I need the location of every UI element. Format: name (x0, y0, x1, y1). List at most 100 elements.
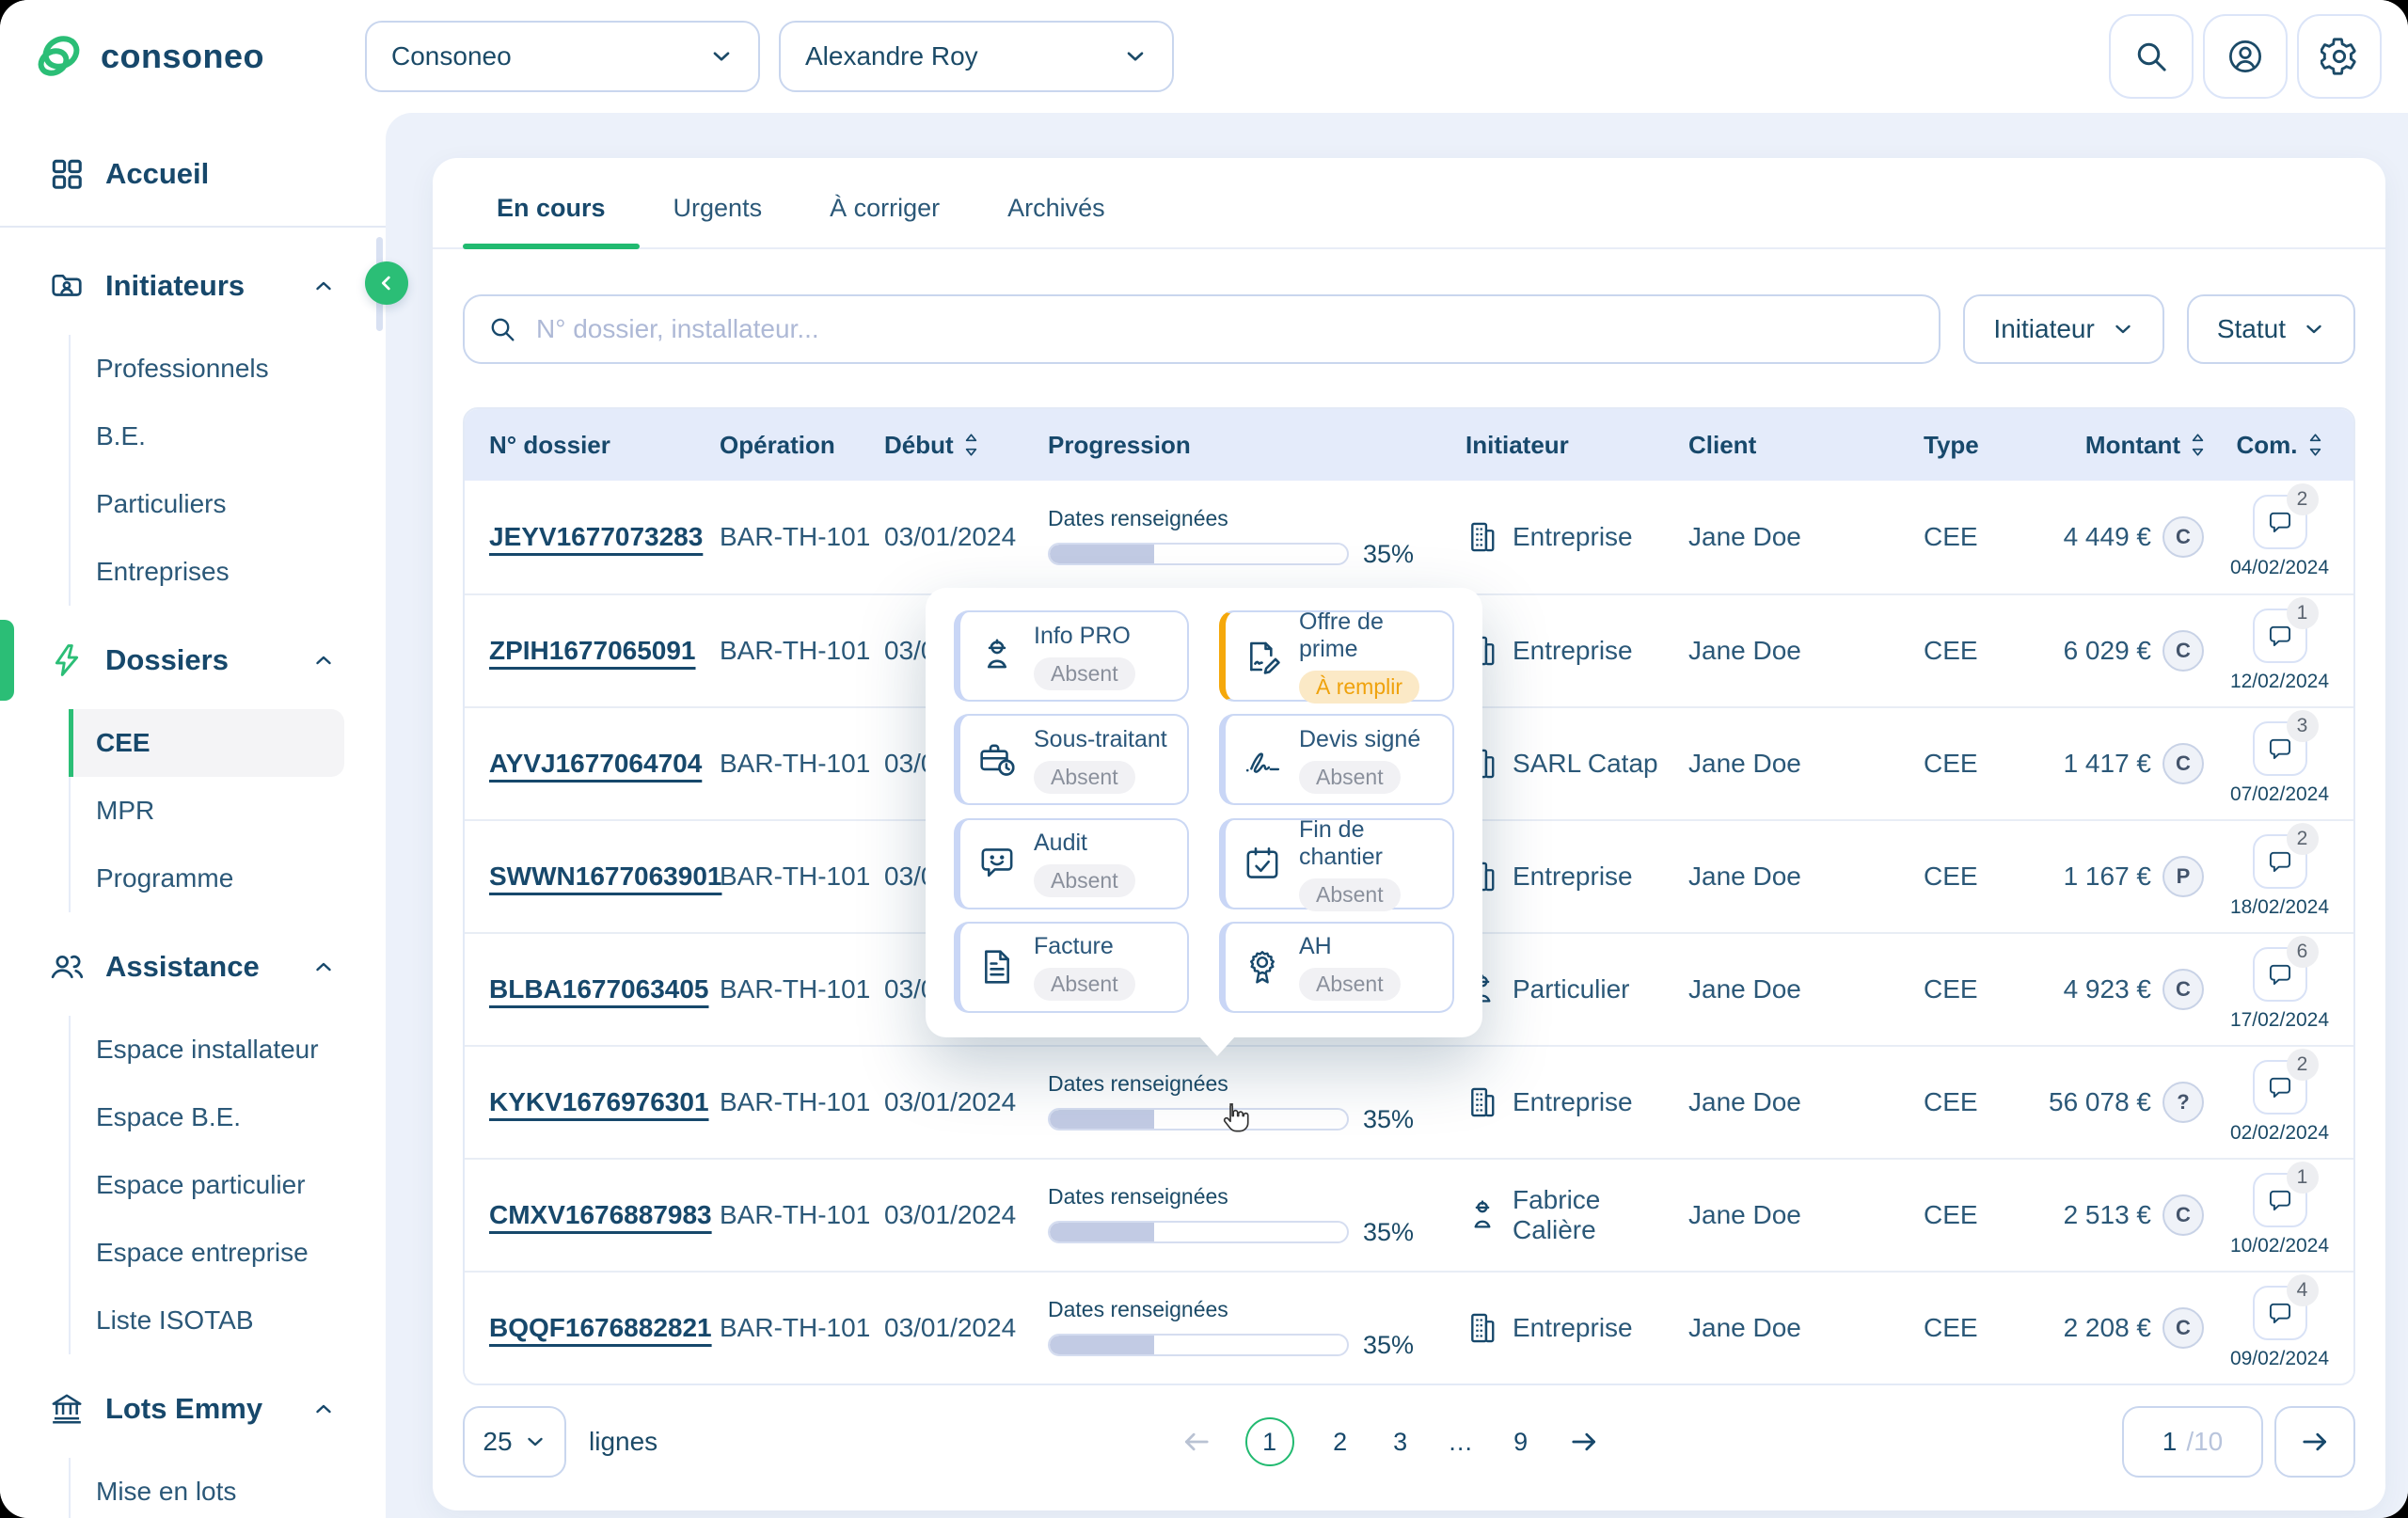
cell-operation: BAR-TH-101 (720, 1313, 884, 1343)
cell-initiateur: Entreprise (1465, 860, 1688, 893)
cell-montant: 2 513 €C (2018, 1194, 2206, 1236)
user-select[interactable]: Alexandre Roy (779, 21, 1174, 92)
sidebar-item-particuliers[interactable]: Particuliers (71, 470, 386, 538)
sort-icon[interactable] (2307, 432, 2323, 458)
status-card-status: Absent (1299, 968, 1401, 1001)
comments-count-badge: 1 (2287, 597, 2319, 629)
medal-icon (1243, 947, 1282, 987)
search-input[interactable] (534, 313, 1916, 345)
page-indicator[interactable]: 1 /10 (2122, 1406, 2263, 1478)
sidebar-item-b-e[interactable]: B.E. (71, 403, 386, 470)
tab-corriger[interactable]: À corriger (796, 186, 974, 247)
comment-icon (2267, 848, 2293, 875)
pagination: 25 lignes 123…9 1 /10 (463, 1406, 2355, 1478)
cell-debut: 03/01/2024 (884, 1087, 1048, 1117)
comments-button[interactable]: 2 (2253, 1060, 2307, 1115)
progress-bar[interactable] (1048, 543, 1349, 565)
sidebar-item-espace-b-e[interactable]: Espace B.E. (71, 1083, 386, 1151)
previous-page-arrow[interactable] (1180, 1425, 1213, 1459)
sidebar-collapse-button[interactable] (365, 261, 408, 305)
status-card-info-pro[interactable]: Info PROAbsent (954, 610, 1189, 702)
sidebar-item-entreprises[interactable]: Entreprises (71, 538, 386, 606)
comments-button[interactable]: 2 (2253, 834, 2307, 889)
page-3[interactable]: 3 (1386, 1428, 1415, 1457)
dossier-link[interactable]: CMXV1676887983 (489, 1200, 712, 1229)
dossier-link[interactable]: BQQF1676882821 (489, 1313, 712, 1342)
status-card-audit[interactable]: AuditAbsent (954, 818, 1189, 909)
comments-count-badge: 4 (2287, 1274, 2319, 1306)
next-page-button[interactable] (2274, 1406, 2355, 1478)
status-card-facture[interactable]: FactureAbsent (954, 922, 1189, 1013)
status-card-sous-traitant[interactable]: Sous-traitantAbsent (954, 714, 1189, 805)
column-header-montant[interactable]: Montant (2018, 431, 2206, 460)
sidebar-item-accueil[interactable]: Accueil (49, 156, 386, 192)
column-header-d-but[interactable]: Début (884, 431, 1048, 460)
next-page-arrow[interactable] (1567, 1425, 1601, 1459)
status-card-fin-de-chantier[interactable]: Fin de chantierAbsent (1219, 818, 1454, 909)
tab-archiv-s[interactable]: Archivés (974, 186, 1139, 247)
cell-montant: 1 167 €P (2018, 856, 2206, 897)
cell-progression: Dates renseignées35% (1048, 1184, 1465, 1247)
page-size-select[interactable]: 25 (463, 1406, 566, 1478)
dossier-link[interactable]: ZPIH1677065091 (489, 636, 696, 665)
page-9[interactable]: 9 (1507, 1428, 1535, 1457)
initiateur-filter-button[interactable]: Initiateur (1963, 294, 2163, 364)
column-header-com[interactable]: Com. (2206, 431, 2353, 460)
progress-bar[interactable] (1048, 1221, 1349, 1243)
initiateur-filter-label: Initiateur (1993, 314, 2094, 344)
page-1[interactable]: 1 (1245, 1417, 1294, 1466)
sidebar-item-mpr[interactable]: MPR (71, 777, 386, 845)
search-button[interactable] (2109, 14, 2194, 99)
status-card-devis-sign[interactable]: Devis signéAbsent (1219, 714, 1454, 805)
account-button[interactable] (2203, 14, 2288, 99)
comments-button[interactable]: 6 (2253, 947, 2307, 1002)
dossier-link[interactable]: BLBA1677063405 (489, 974, 709, 1004)
sidebar-section-header-lots-emmy[interactable]: Lots Emmy (49, 1386, 335, 1431)
sidebar-sublist: Espace installateurEspace B.E.Espace par… (69, 1016, 386, 1354)
comments-button[interactable]: 1 (2253, 609, 2307, 663)
tab-urgents[interactable]: Urgents (640, 186, 797, 247)
status-card-status: Absent (1034, 864, 1135, 897)
sidebar-item-mise-en-lots[interactable]: Mise en lots (71, 1458, 386, 1518)
chevron-left-icon (376, 273, 397, 293)
sidebar-item-espace-entreprise[interactable]: Espace entreprise (71, 1219, 386, 1287)
settings-button[interactable] (2297, 14, 2382, 99)
organization-select[interactable]: Consoneo (365, 21, 760, 92)
sidebar-section-header-initiateurs[interactable]: Initiateurs (49, 263, 335, 308)
cell-comments: 307/02/2024 (2206, 721, 2353, 806)
sidebar-item-professionnels[interactable]: Professionnels (71, 335, 386, 403)
dossier-link[interactable]: JEYV1677073283 (489, 522, 703, 551)
statut-filter-button[interactable]: Statut (2187, 294, 2355, 364)
montant-value: 1 417 € (2064, 749, 2151, 779)
dossier-link[interactable]: AYVJ1677064704 (489, 749, 702, 778)
sort-icon[interactable] (963, 432, 979, 458)
sidebar-section-header-dossiers[interactable]: Dossiers (49, 638, 335, 683)
chevron-up-icon (312, 649, 335, 672)
progress-bar[interactable] (1048, 1108, 1349, 1131)
sidebar-item-espace-particulier[interactable]: Espace particulier (71, 1151, 386, 1219)
status-card-ah[interactable]: AHAbsent (1219, 922, 1454, 1013)
sidebar-section-header-assistance[interactable]: Assistance (49, 944, 335, 989)
status-card-offre-de-prime[interactable]: Offre de primeÀ remplir (1219, 610, 1454, 702)
cell-client: Jane Doe (1688, 974, 1924, 1004)
app-body: Accueil Initiateurs ProfessionnelsB.E.Par… (0, 113, 2408, 1518)
app-window: consoneo Consoneo Alexandre Roy Accueil … (0, 0, 2408, 1518)
doc-pen-icon (1243, 637, 1282, 676)
dossier-link[interactable]: KYKV1676976301 (489, 1087, 709, 1116)
progress-bar[interactable] (1048, 1334, 1349, 1356)
comments-button[interactable]: 4 (2253, 1286, 2307, 1340)
comments-button[interactable]: 1 (2253, 1173, 2307, 1227)
column-header-label: Type (1924, 431, 1979, 460)
page-2[interactable]: 2 (1326, 1428, 1354, 1457)
sidebar-item-espace-installateur[interactable]: Espace installateur (71, 1016, 386, 1083)
sort-icon[interactable] (2190, 432, 2206, 458)
comments-button[interactable]: 3 (2253, 721, 2307, 776)
comments-button[interactable]: 2 (2253, 495, 2307, 549)
worker-icon (977, 637, 1017, 676)
sidebar-item-programme[interactable]: Programme (71, 845, 386, 912)
tab-en-cours[interactable]: En cours (463, 186, 640, 247)
sidebar-item-cee[interactable]: CEE (69, 709, 344, 777)
dossier-link[interactable]: SWWN1677063901 (489, 862, 721, 891)
sidebar-item-liste-isotab[interactable]: Liste ISOTAB (71, 1287, 386, 1354)
sidebar-home-label: Accueil (105, 157, 209, 191)
